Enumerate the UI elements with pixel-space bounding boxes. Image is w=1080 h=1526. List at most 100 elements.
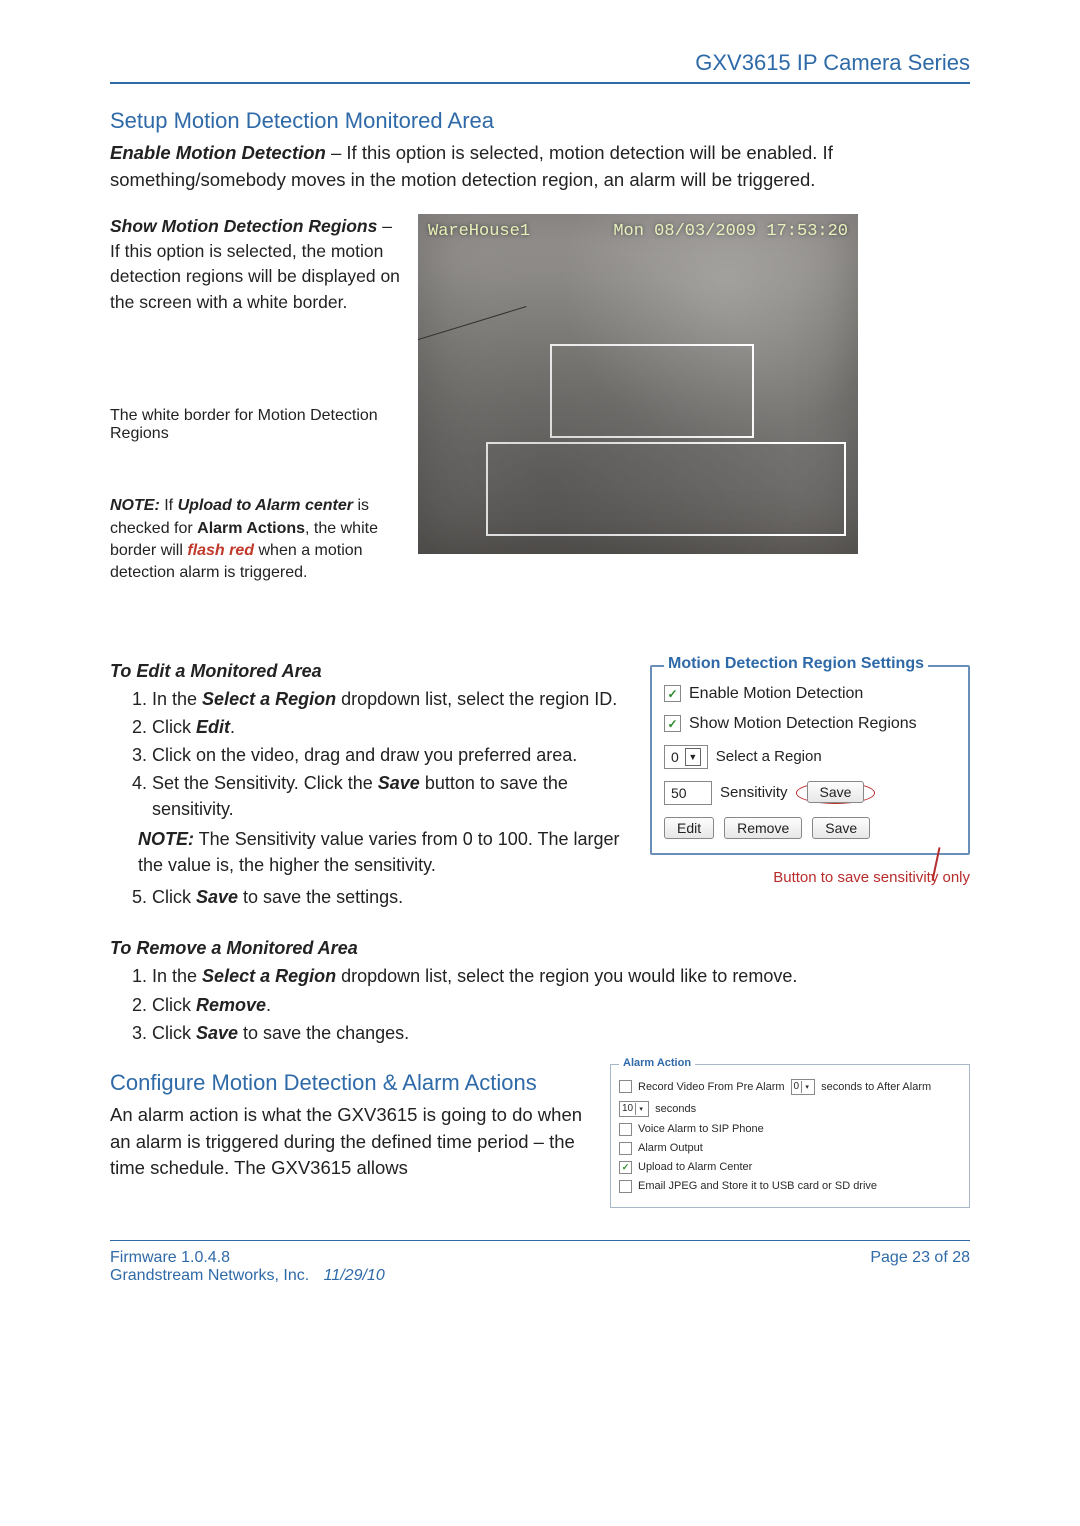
region-select[interactable]: 0 ▼ <box>664 745 708 769</box>
pre-alarm-select[interactable]: 0 ▾ <box>791 1079 816 1095</box>
show-md-label: Show Motion Detection Regions <box>110 216 377 236</box>
remove-step-3: Click Save to save the changes. <box>152 1020 970 1046</box>
note-flash-red: flash red <box>187 542 254 559</box>
record-video-checkbox[interactable] <box>619 1080 632 1093</box>
chevron-down-icon: ▾ <box>801 1081 812 1093</box>
save-sensitivity-oval: Save <box>796 782 876 804</box>
page-footer: Firmware 1.0.4.8 Grandstream Networks, I… <box>110 1249 970 1285</box>
remove-steps: In the Select a Region dropdown list, se… <box>132 963 970 1045</box>
t: Set the Sensitivity. Click the <box>152 773 378 793</box>
t: Save <box>378 773 420 793</box>
chevron-down-icon: ▼ <box>685 748 701 766</box>
footer-page: Page 23 of 28 <box>870 1249 970 1285</box>
show-md-checkbox[interactable]: ✓ <box>664 715 681 732</box>
header-rule <box>110 82 970 84</box>
md-region-settings-panel: Motion Detection Region Settings ✓ Enabl… <box>650 665 970 855</box>
sensitivity-input[interactable]: 50 <box>664 781 712 805</box>
chevron-down-icon: ▾ <box>635 1103 646 1115</box>
edit-step-5: Click Save to save the settings. <box>152 884 630 910</box>
panel-legend: Motion Detection Region Settings <box>664 655 928 673</box>
camera-overlay-name: WareHouse1 <box>428 222 530 241</box>
page-header-title: GXV3615 IP Camera Series <box>110 50 970 76</box>
record-video-label-b: seconds to After Alarm <box>821 1081 931 1093</box>
edit-step-1: In the Select a Region dropdown list, se… <box>152 686 630 712</box>
t: Click <box>152 887 196 907</box>
footer-rule <box>110 1240 970 1241</box>
remove-step-1: In the Select a Region dropdown list, se… <box>152 963 970 989</box>
note-pre: If <box>160 497 178 514</box>
t: Save <box>196 1023 238 1043</box>
t: dropdown list, select the region ID. <box>336 689 617 709</box>
t: . <box>230 717 235 737</box>
after-alarm-value: 10 <box>622 1103 633 1114</box>
voice-alarm-label: Voice Alarm to SIP Phone <box>638 1123 764 1135</box>
t: Click <box>152 717 196 737</box>
t: Select a Region <box>202 689 336 709</box>
edit-step-2: Click Edit. <box>152 714 630 740</box>
t: Save <box>196 887 238 907</box>
alarm-action-panel: Alarm Action Record Video From Pre Alarm… <box>610 1064 970 1208</box>
alarm-panel-legend: Alarm Action <box>619 1057 695 1069</box>
after-alarm-select[interactable]: 10 ▾ <box>619 1101 649 1117</box>
enable-md-label: Enable Motion Detection <box>110 142 326 163</box>
record-video-label-a: Record Video From Pre Alarm <box>638 1081 785 1093</box>
upload-alarm-center-checkbox[interactable]: ✓ <box>619 1161 632 1174</box>
enable-md-checkbox[interactable]: ✓ <box>664 685 681 702</box>
border-annotation: The white border for Motion Detection Re… <box>110 407 400 443</box>
configure-text: An alarm action is what the GXV3615 is g… <box>110 1102 594 1182</box>
t: Click <box>152 995 196 1015</box>
save-sensitivity-button[interactable]: Save <box>807 781 865 803</box>
t: In the <box>152 966 202 986</box>
note-label: NOTE: <box>110 497 160 514</box>
t: to save the settings. <box>238 887 403 907</box>
email-jpeg-checkbox[interactable] <box>619 1180 632 1193</box>
enable-md-checkbox-label: Enable Motion Detection <box>689 685 863 703</box>
footer-date: 11/29/10 <box>324 1267 385 1284</box>
motion-region-1 <box>550 344 754 438</box>
t: Edit <box>196 717 230 737</box>
edit-button[interactable]: Edit <box>664 817 714 839</box>
note-alarm-actions: Alarm Actions <box>197 520 305 537</box>
region-select-value: 0 <box>671 749 679 765</box>
remove-heading: To Remove a Monitored Area <box>110 938 970 959</box>
section-heading-configure: Configure Motion Detection & Alarm Actio… <box>110 1070 594 1096</box>
remove-button[interactable]: Remove <box>724 817 802 839</box>
edit-note: NOTE: The Sensitivity value varies from … <box>138 826 630 878</box>
pre-alarm-value: 0 <box>794 1081 800 1092</box>
t: . <box>266 995 271 1015</box>
edit-heading: To Edit a Monitored Area <box>110 661 630 682</box>
show-md-paragraph: Show Motion Detection Regions – If this … <box>110 214 400 316</box>
annotation-line <box>418 306 527 385</box>
camera-overlay-timestamp: Mon 08/03/2009 17:53:20 <box>613 222 848 241</box>
edit-note-label: NOTE: <box>138 829 194 849</box>
sensitivity-annotation: Button to save sensitivity only <box>650 869 970 886</box>
voice-alarm-checkbox[interactable] <box>619 1123 632 1136</box>
upload-alarm-center-label: Upload to Alarm Center <box>638 1161 752 1173</box>
alarm-output-label: Alarm Output <box>638 1142 703 1154</box>
motion-region-2 <box>486 442 846 536</box>
email-jpeg-label: Email JPEG and Store it to USB card or S… <box>638 1180 877 1192</box>
note-paragraph: NOTE: If Upload to Alarm center is check… <box>110 495 400 585</box>
t: Select a Region <box>202 966 336 986</box>
t: Remove <box>196 995 266 1015</box>
select-region-label: Select a Region <box>716 748 822 765</box>
edit-step-3: Click on the video, drag and draw you pr… <box>152 742 630 768</box>
alarm-output-checkbox[interactable] <box>619 1142 632 1155</box>
note-upload: Upload to Alarm center <box>178 497 353 514</box>
edit-steps-cont: Click Save to save the settings. <box>132 884 630 910</box>
record-video-label-c: seconds <box>655 1103 696 1115</box>
show-md-checkbox-label: Show Motion Detection Regions <box>689 715 917 733</box>
enable-md-paragraph: Enable Motion Detection – If this option… <box>110 140 970 194</box>
camera-snapshot: WareHouse1 Mon 08/03/2009 17:53:20 <box>418 214 858 554</box>
edit-note-text: The Sensitivity value varies from 0 to 1… <box>138 829 620 875</box>
sensitivity-label: Sensitivity <box>720 784 788 801</box>
t: dropdown list, select the region you wou… <box>336 966 797 986</box>
footer-company: Grandstream Networks, Inc. <box>110 1267 309 1284</box>
save-button[interactable]: Save <box>812 817 870 839</box>
footer-firmware: Firmware 1.0.4.8 <box>110 1249 385 1267</box>
section-heading-setup: Setup Motion Detection Monitored Area <box>110 108 970 134</box>
t: In the <box>152 689 202 709</box>
t: Click <box>152 1023 196 1043</box>
remove-step-2: Click Remove. <box>152 992 970 1018</box>
edit-step-4: Set the Sensitivity. Click the Save butt… <box>152 770 630 822</box>
